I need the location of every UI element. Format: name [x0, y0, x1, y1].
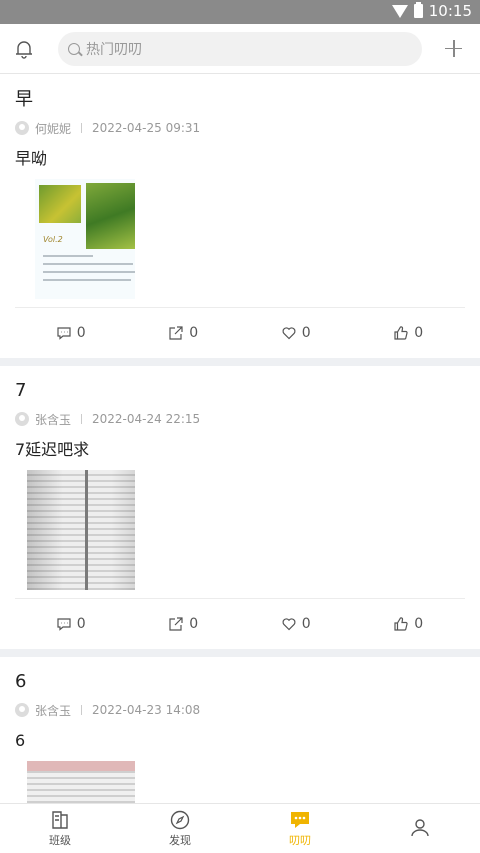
share-icon	[169, 617, 183, 631]
post-actions: 0 0 0 0	[15, 308, 465, 358]
post-card[interactable]: 7 张含玉 2022-04-24 22:15 7延迟吧求 0 0 0 0	[0, 366, 480, 657]
tab-class[interactable]: 班级	[0, 804, 120, 853]
tab-label: 班级	[49, 833, 71, 847]
post-card[interactable]: 早 何妮妮 2022-04-25 09:31 早呦 Vol.2 0 0 0 0	[0, 75, 480, 366]
tab-label: 叨叨	[289, 833, 311, 847]
author-name[interactable]: 张含玉	[35, 411, 71, 428]
post-body: 6	[15, 731, 26, 750]
meta-divider	[81, 123, 83, 133]
add-post-button[interactable]	[438, 34, 468, 64]
bottom-tab-bar: 班级 发现 叨叨	[0, 803, 480, 853]
avatar[interactable]	[15, 121, 29, 135]
share-button[interactable]: 0	[128, 616, 241, 632]
top-bar: 热门叨叨	[0, 24, 480, 74]
search-icon	[68, 42, 80, 55]
meta-divider	[81, 414, 83, 424]
tab-daodao[interactable]: 叨叨	[240, 804, 360, 853]
comment-count: 0	[76, 616, 86, 632]
wifi-icon	[391, 4, 408, 18]
post-date: 2022-04-25 09:31	[92, 121, 201, 135]
post-image[interactable]	[15, 761, 135, 803]
compass-icon	[170, 810, 190, 829]
post-meta: 张含玉 2022-04-24 22:15	[15, 408, 465, 430]
post-image[interactable]	[15, 470, 135, 590]
thumbs-up-count: 0	[414, 616, 424, 632]
share-count: 0	[189, 616, 199, 632]
status-bar: 10:15	[0, 0, 480, 24]
tab-profile[interactable]	[360, 804, 480, 853]
image-page-graphic: Vol.2	[35, 179, 135, 299]
post-title: 早	[15, 89, 33, 110]
text-line	[43, 263, 133, 265]
thumbs-up-icon	[394, 617, 408, 631]
post-body: 早呦	[15, 149, 48, 168]
post-image[interactable]: Vol.2	[15, 179, 135, 299]
thumbs-up-count: 0	[414, 325, 424, 341]
post-meta: 张含玉 2022-04-23 14:08	[15, 699, 465, 721]
post-body: 7延迟吧求	[15, 440, 90, 459]
battery-icon	[413, 2, 423, 18]
fruit-photo-right	[86, 183, 135, 249]
comment-icon	[57, 618, 71, 631]
bell-icon[interactable]	[12, 37, 36, 61]
chat-bubble-icon	[291, 811, 309, 828]
tab-label: 发现	[169, 833, 191, 847]
search-input[interactable]: 热门叨叨	[58, 31, 422, 66]
heart-icon	[282, 327, 296, 340]
comment-button[interactable]: 0	[15, 325, 128, 341]
comment-button[interactable]: 0	[15, 616, 128, 632]
thumbs-up-button[interactable]: 0	[353, 325, 466, 341]
comment-icon	[57, 327, 71, 340]
image-vol-label: Vol.2	[43, 235, 63, 244]
like-button[interactable]: 0	[240, 616, 353, 632]
like-button[interactable]: 0	[240, 325, 353, 341]
meta-divider	[81, 705, 83, 715]
text-line	[43, 271, 135, 273]
heart-icon	[282, 618, 296, 631]
thumbs-up-button[interactable]: 0	[353, 616, 466, 632]
notebook-photo	[27, 470, 135, 590]
class-icon	[52, 810, 68, 829]
share-count: 0	[189, 325, 199, 341]
profile-icon	[411, 818, 429, 836]
post-title: 6	[15, 671, 27, 692]
post-feed[interactable]: 早 何妮妮 2022-04-25 09:31 早呦 Vol.2 0 0 0 0 …	[0, 75, 480, 803]
status-time: 10:15	[428, 2, 472, 20]
search-placeholder: 热门叨叨	[86, 41, 142, 58]
text-line	[43, 279, 131, 281]
avatar[interactable]	[15, 412, 29, 426]
post-date: 2022-04-24 22:15	[92, 412, 201, 426]
avatar[interactable]	[15, 703, 29, 717]
status-icons: 10:15	[391, 2, 472, 20]
like-count: 0	[301, 616, 311, 632]
author-name[interactable]: 张含玉	[35, 702, 71, 719]
author-name[interactable]: 何妮妮	[35, 120, 71, 137]
fruit-photo-left	[39, 185, 81, 223]
post-meta: 何妮妮 2022-04-25 09:31	[15, 117, 465, 139]
post-date: 2022-04-23 14:08	[92, 703, 201, 717]
share-icon	[169, 326, 183, 340]
comment-count: 0	[76, 325, 86, 341]
post-title: 7	[15, 380, 27, 401]
notebook-photo	[27, 761, 135, 803]
share-button[interactable]: 0	[128, 325, 241, 341]
tab-discover[interactable]: 发现	[120, 804, 240, 853]
thumbs-up-icon	[394, 326, 408, 340]
post-card[interactable]: 6 张含玉 2022-04-23 14:08 6	[0, 657, 480, 803]
post-actions: 0 0 0 0	[15, 599, 465, 649]
like-count: 0	[301, 325, 311, 341]
text-line	[43, 255, 93, 257]
